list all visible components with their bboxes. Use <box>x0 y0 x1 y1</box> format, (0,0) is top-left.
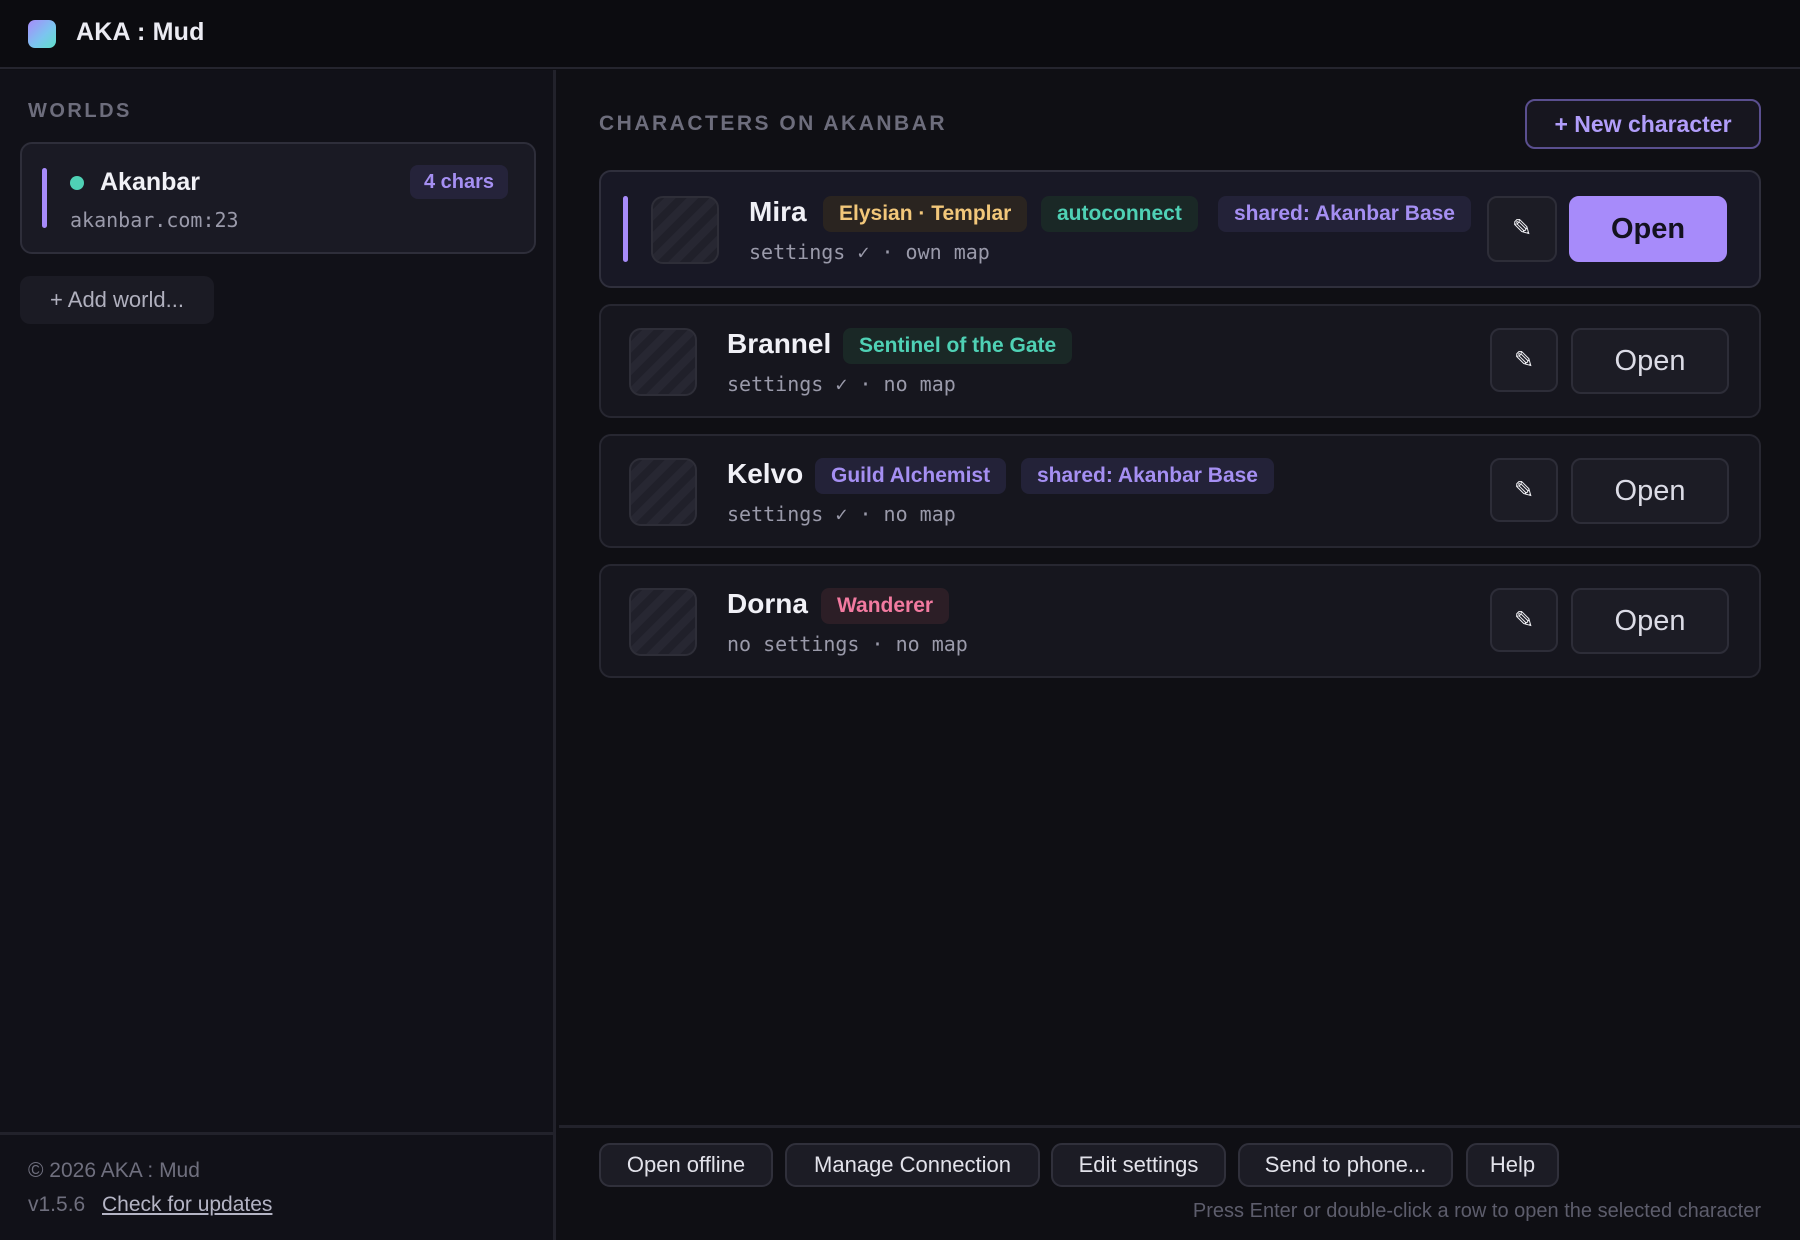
character-row-dorna[interactable]: Dorna Wanderer no settings · no map ✎ Op… <box>599 564 1761 678</box>
add-world-button[interactable]: + Add world... <box>20 276 214 324</box>
edit-character-button[interactable]: ✎ <box>1490 588 1558 652</box>
copyright: © 2026 AKA : Mud <box>28 1159 200 1182</box>
avatar <box>629 458 697 526</box>
help-button[interactable]: Help <box>1466 1143 1559 1187</box>
world-item-akanbar[interactable]: Akanbar akanbar.com:23 4 chars <box>20 142 536 254</box>
title-tag: Guild Alchemist <box>815 458 1007 494</box>
shared-profile-tag: shared: Akanbar Base <box>1021 458 1274 494</box>
world-host: akanbar.com:23 <box>70 208 239 232</box>
edit-settings-button[interactable]: Edit settings <box>1051 1143 1226 1187</box>
avatar <box>629 328 697 396</box>
shared-profile-tag: shared: Akanbar Base <box>1218 196 1471 232</box>
character-name: Mira <box>749 196 807 227</box>
version-label: v1.5.6 <box>28 1193 86 1216</box>
manage-connection-button[interactable]: Manage Connection <box>785 1143 1040 1187</box>
avatar <box>651 196 719 264</box>
character-meta: settings ✓ · no map <box>727 372 956 396</box>
app-title: AKA : Mud <box>76 18 205 46</box>
pencil-icon: ✎ <box>1513 607 1535 634</box>
character-meta: settings ✓ · own map <box>749 240 990 264</box>
selected-indicator <box>623 196 628 262</box>
characters-heading: CHARACTERS ON AKANBAR <box>599 112 948 135</box>
new-character-button[interactable]: + New character <box>1525 99 1761 149</box>
character-name: Brannel <box>727 328 832 359</box>
character-meta: settings ✓ · no map <box>727 502 956 526</box>
open-offline-button[interactable]: Open offline <box>599 1143 773 1187</box>
character-row-mira[interactable]: Mira Elysian · Templar autoconnect share… <box>599 170 1761 288</box>
avatar <box>629 588 697 656</box>
check-updates-link[interactable]: Check for updates <box>102 1193 272 1217</box>
character-row-brannel[interactable]: Brannel Sentinel of the Gate settings ✓ … <box>599 304 1761 418</box>
character-name: Kelvo <box>727 458 804 489</box>
main-panel: CHARACTERS ON AKANBAR + New character Mi… <box>559 70 1800 1126</box>
app-logo-icon <box>28 20 56 48</box>
action-bar: Open offline Manage Connection Edit sett… <box>559 1125 1800 1240</box>
character-count-badge: 4 chars <box>409 165 508 199</box>
pencil-icon: ✎ <box>1513 477 1535 504</box>
selected-indicator <box>42 168 47 228</box>
autoconnect-tag: autoconnect <box>1041 196 1198 232</box>
edit-character-button[interactable]: ✎ <box>1487 196 1557 262</box>
open-character-button[interactable]: Open <box>1571 458 1729 524</box>
title-tag: Sentinel of the Gate <box>843 328 1073 364</box>
pencil-icon: ✎ <box>1513 347 1535 374</box>
open-character-button[interactable]: Open <box>1571 588 1729 654</box>
class-tag: Elysian · Templar <box>823 196 1028 232</box>
character-name: Dorna <box>727 588 808 619</box>
open-character-button[interactable]: Open <box>1569 196 1727 262</box>
worlds-heading: WORLDS <box>28 100 132 122</box>
keyboard-hint: Press Enter or double-click a row to ope… <box>1192 1200 1761 1222</box>
sidebar: WORLDS Akanbar akanbar.com:23 4 chars + … <box>0 70 556 1240</box>
send-to-phone-button[interactable]: Send to phone... <box>1238 1143 1453 1187</box>
online-status-icon <box>70 176 84 190</box>
world-name: Akanbar <box>100 168 201 196</box>
pencil-icon: ✎ <box>1511 215 1533 242</box>
open-character-button[interactable]: Open <box>1571 328 1729 394</box>
title-tag: Wanderer <box>821 588 950 624</box>
sidebar-footer: © 2026 AKA : Mud v1.5.6 Check for update… <box>0 1132 553 1240</box>
edit-character-button[interactable]: ✎ <box>1490 458 1558 522</box>
edit-character-button[interactable]: ✎ <box>1490 328 1558 392</box>
title-bar: AKA : Mud <box>0 0 1800 69</box>
character-meta: no settings · no map <box>727 632 968 656</box>
character-row-kelvo[interactable]: Kelvo Guild Alchemist shared: Akanbar Ba… <box>599 434 1761 548</box>
